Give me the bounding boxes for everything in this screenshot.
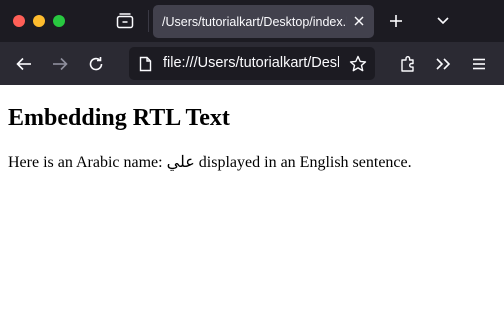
close-tab-button[interactable] — [352, 14, 366, 28]
tab-title: /Users/tutorialkart/Desktop/index.html — [162, 14, 347, 29]
page-icon — [137, 56, 153, 72]
arabic-name: علي — [166, 154, 195, 171]
hamburger-menu-icon — [472, 58, 486, 70]
forward-arrow-icon — [52, 57, 68, 71]
close-tab-icon — [353, 15, 365, 27]
sentence-before: Here is an Arabic name: — [8, 154, 167, 171]
double-chevron-icon — [435, 57, 451, 71]
page-content: Embedding RTL Text Here is an Arabic nam… — [0, 85, 504, 326]
forward-button[interactable] — [48, 52, 72, 76]
list-all-tabs-button[interactable] — [432, 10, 454, 32]
close-window-button[interactable] — [13, 15, 25, 27]
application-menu-button[interactable] — [467, 52, 491, 76]
new-tab-button[interactable] — [385, 10, 407, 32]
reload-icon — [88, 56, 104, 72]
navigation-toolbar: file:///Users/tutorialkart/Desktop/index… — [0, 42, 504, 85]
window-controls — [13, 15, 65, 27]
address-bar[interactable]: file:///Users/tutorialkart/Desktop/index… — [129, 47, 375, 80]
browser-window: /Users/tutorialkart/Desktop/index.html — [0, 0, 504, 326]
plus-icon — [389, 14, 403, 28]
tab-separator — [148, 10, 149, 32]
minimize-window-button[interactable] — [33, 15, 45, 27]
sentence-after: displayed in an English sentence. — [194, 154, 412, 171]
more-tools-button[interactable] — [431, 52, 455, 76]
back-arrow-icon — [16, 57, 32, 71]
zoom-window-button[interactable] — [53, 15, 65, 27]
chevron-down-icon — [436, 16, 450, 26]
extensions-icon — [399, 55, 417, 73]
tab-strip: /Users/tutorialkart/Desktop/index.html — [0, 0, 504, 42]
star-icon — [349, 55, 367, 73]
tab-overview-button[interactable] — [113, 9, 137, 33]
page-heading: Embedding RTL Text — [8, 105, 230, 131]
back-button[interactable] — [12, 52, 36, 76]
bookmark-button[interactable] — [348, 54, 368, 74]
reload-button[interactable] — [84, 52, 108, 76]
body-paragraph: Here is an Arabic name: علي displayed in… — [8, 153, 496, 172]
extensions-button[interactable] — [396, 52, 420, 76]
url-text: file:///Users/tutorialkart/Desktop/index… — [163, 55, 339, 71]
tab-overview-icon — [116, 13, 134, 29]
active-tab[interactable]: /Users/tutorialkart/Desktop/index.html — [153, 5, 374, 38]
